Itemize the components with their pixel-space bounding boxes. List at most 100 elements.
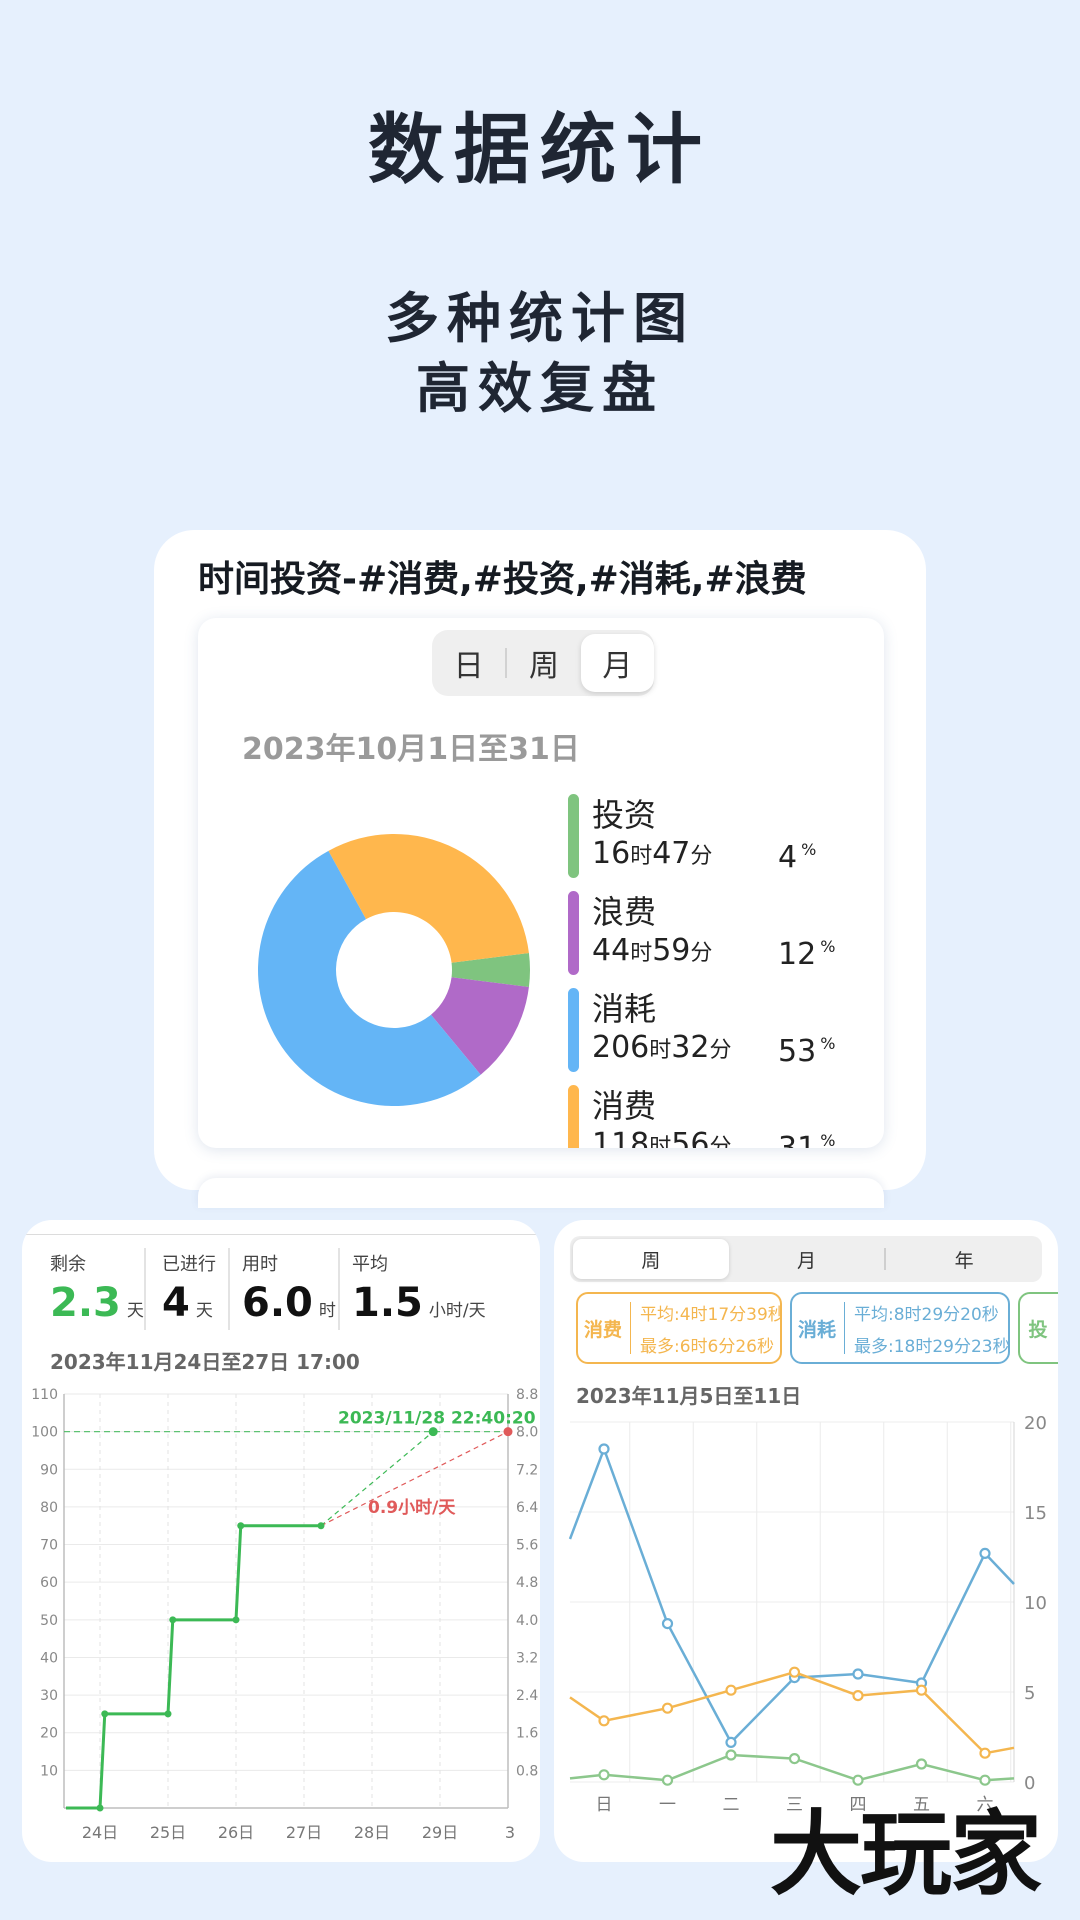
legend-item[interactable]: 消费118时56分 31% xyxy=(568,1081,868,1148)
y-right-tick: 10 xyxy=(1024,1593,1047,1614)
y-right-tick: 3.2 xyxy=(516,1650,538,1666)
series-point xyxy=(598,1715,610,1727)
x-tick: 28日 xyxy=(354,1823,390,1842)
series-point xyxy=(788,1753,801,1765)
legend-color-bar xyxy=(568,988,579,1072)
legend-duration: 206时32分 xyxy=(592,1030,732,1065)
progress-step-chart[interactable]: 110 8.8100 8.090 7.280 6.470 5.660 4.850 4.040 3… xyxy=(22,1370,540,1862)
weekly-card: 周 月 年 消费 平均:4时17分39秒 最多:6时6分26秒 消耗 平均:8时… xyxy=(554,1220,1058,1862)
stat-box-max: 最多:18时29分23秒 xyxy=(854,1337,1010,1357)
x-tick: 25日 xyxy=(150,1823,186,1842)
series-point xyxy=(725,1736,737,1748)
donut-slice-消费 xyxy=(328,834,529,963)
investment-card: 时间投资-#消费,#投资,#消耗,#浪费 日 周 月 2023年10月1日至31… xyxy=(154,530,926,1190)
series-point xyxy=(725,1749,737,1761)
x-tick: 26日 xyxy=(218,1823,254,1842)
stat-value: 2.3 天 xyxy=(50,1280,144,1326)
legend-item[interactable]: 浪费 44时59分 12% xyxy=(568,887,868,984)
next-card-peek xyxy=(198,1178,884,1208)
tab-day[interactable]: 日 xyxy=(432,634,505,692)
investment-card-title: 时间投资-#消费,#投资,#消耗,#浪费 xyxy=(198,559,807,600)
legend-item[interactable]: 投资 16时47分 4% xyxy=(568,790,868,887)
y-right-tick: 5.6 xyxy=(516,1538,538,1554)
series-point xyxy=(661,1618,674,1630)
subtitle-line-1: 多种统计图 xyxy=(385,287,695,350)
weekly-date-range: 2023年11月5日至11日 xyxy=(576,1384,802,1408)
y-right-tick: 7.2 xyxy=(516,1462,538,1478)
x-tick: 27日 xyxy=(286,1823,322,1842)
legend-name: 投资 xyxy=(592,796,657,834)
stat-box-consume[interactable]: 消费 平均:4时17分39秒 最多:6时6分26秒 xyxy=(576,1292,782,1364)
stat-box-name: 投 xyxy=(1028,1318,1048,1341)
y-left-tick: 80 xyxy=(40,1500,58,1516)
watermark-logo: 大玩家 xyxy=(769,1800,1042,1908)
legend-percent: 4% xyxy=(778,840,817,875)
donut-legend: 投资 16时47分 4% 浪费 44时59分 12% 消耗 206时32分 53% 消费 118时5… xyxy=(568,790,868,1148)
legend-percent: 12% xyxy=(778,937,836,972)
period-tabs: 日 周 月 xyxy=(432,630,655,696)
donut-chart[interactable] xyxy=(254,830,534,1110)
x-tick: 24日 xyxy=(82,1823,118,1842)
tab-month[interactable]: 月 xyxy=(580,634,655,692)
series-point xyxy=(852,1668,864,1680)
stat-label: 平均 xyxy=(352,1254,388,1275)
progress-card: 剩余 2.3 天 已进行 4天 用时 6.0 时 平均 1.5 小时/天 2023年1… xyxy=(22,1220,540,1862)
tab-month[interactable]: 月 xyxy=(729,1239,885,1279)
x-tick: 3 xyxy=(505,1823,515,1842)
stat-box-separator xyxy=(630,1302,631,1354)
series-point xyxy=(852,1690,864,1702)
y-right-tick: 6.4 xyxy=(516,1500,538,1516)
series-point xyxy=(915,1758,928,1770)
legend-color-bar xyxy=(568,891,579,975)
stat-box-expend[interactable]: 消耗 平均:8时29分20秒 最多:18时29分23秒 xyxy=(790,1292,1010,1364)
tab-year[interactable]: 年 xyxy=(886,1239,1042,1279)
y-right-tick: 8.8 xyxy=(516,1387,538,1403)
x-tick: 二 xyxy=(723,1795,740,1815)
legend-color-bar xyxy=(568,794,579,878)
stat-box-invest[interactable]: 投 xyxy=(1018,1292,1058,1364)
stat-divider xyxy=(228,1248,230,1330)
legend-name: 消费 xyxy=(592,1087,657,1125)
investment-chart-panel: 日 周 月 2023年10月1日至31日 投资 16时47分 4% 浪费 44时59分 1… xyxy=(198,618,884,1148)
stat-box-max: 最多:6时6分26秒 xyxy=(640,1337,774,1357)
series-point xyxy=(661,1702,674,1714)
stat-box-average: 平均:4时17分39秒 xyxy=(640,1305,782,1325)
series-point xyxy=(598,1769,610,1781)
progress-point xyxy=(232,1616,240,1624)
legend-item[interactable]: 消耗 206时32分 53% xyxy=(568,984,868,1081)
stat-box-name: 消费 xyxy=(583,1318,622,1341)
tab-week[interactable]: 周 xyxy=(573,1239,729,1279)
progress-point xyxy=(317,1522,325,1530)
stat-elapsed: 已进行 4天 xyxy=(162,1250,216,1326)
y-right-tick: 15 xyxy=(1024,1503,1047,1524)
stat-divider xyxy=(338,1248,340,1330)
stat-label: 用时 xyxy=(242,1254,278,1275)
y-right-tick: 20 xyxy=(1024,1413,1047,1434)
range-tabs: 周 月 年 xyxy=(570,1236,1042,1282)
y-right-tick: 5 xyxy=(1024,1683,1035,1704)
stat-box-separator xyxy=(844,1302,845,1354)
series-point xyxy=(725,1684,737,1696)
series-point xyxy=(979,1747,991,1759)
legend-name: 消耗 xyxy=(592,990,657,1028)
stat-label: 剩余 xyxy=(50,1254,86,1275)
stat-average: 平均 1.5 小时/天 xyxy=(352,1250,486,1326)
tab-week[interactable]: 周 xyxy=(507,634,580,692)
stat-label: 已进行 xyxy=(162,1254,216,1275)
stat-value: 1.5 小时/天 xyxy=(352,1280,486,1326)
page-title: 数据统计 xyxy=(368,105,712,194)
legend-percent: 53% xyxy=(778,1034,836,1069)
legend-duration: 118时56分 xyxy=(592,1127,732,1148)
progress-point xyxy=(96,1804,104,1812)
progress-point xyxy=(164,1710,172,1718)
investment-date-range: 2023年10月1日至31日 xyxy=(242,732,580,767)
rate-label: 0.9小时/天 xyxy=(368,1498,456,1518)
stat-box-name: 消耗 xyxy=(797,1318,836,1341)
y-left-tick: 70 xyxy=(40,1538,58,1554)
progress-point xyxy=(169,1616,177,1624)
y-right-tick: 1.6 xyxy=(516,1726,538,1742)
y-right-tick: 4.8 xyxy=(516,1575,538,1591)
y-right-tick: 4.0 xyxy=(516,1613,538,1629)
y-left-tick: 10 xyxy=(40,1763,58,1779)
stat-box-average: 平均:8时29分20秒 xyxy=(854,1305,999,1325)
